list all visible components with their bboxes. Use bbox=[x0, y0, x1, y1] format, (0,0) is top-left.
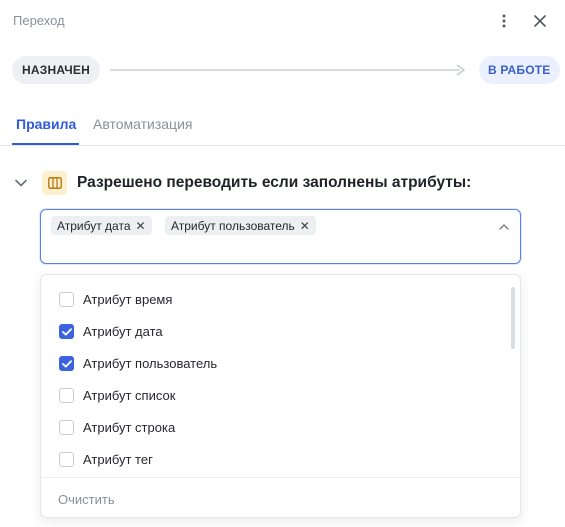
option-item[interactable]: Атрибут список bbox=[41, 379, 507, 411]
dialog-header: Переход bbox=[0, 0, 565, 40]
attribute-icon-badge bbox=[42, 171, 67, 195]
option-item[interactable]: Атрибут дата bbox=[41, 315, 507, 347]
checkbox-checked[interactable] bbox=[59, 324, 74, 339]
clear-button[interactable]: Очистить bbox=[58, 492, 115, 507]
rule-row: Разрешено переводить если заполнены атри… bbox=[0, 170, 565, 196]
attributes-dropdown: Атрибут время Атрибут дата Атрибут пользов… bbox=[40, 274, 521, 518]
arrow-right-icon bbox=[456, 64, 465, 76]
option-label: Атрибут строка bbox=[83, 420, 176, 435]
transition-line bbox=[110, 69, 460, 71]
scrollbar-thumb[interactable] bbox=[511, 287, 515, 349]
option-item[interactable]: Атрибут время bbox=[41, 283, 507, 315]
tab-rules[interactable]: Правила bbox=[16, 116, 76, 132]
option-label: Атрибут тег bbox=[83, 452, 153, 467]
option-label: Атрибут дата bbox=[83, 324, 163, 339]
close-icon[interactable] bbox=[530, 11, 550, 31]
checkbox-unchecked[interactable] bbox=[59, 420, 74, 435]
checkbox-unchecked[interactable] bbox=[59, 388, 74, 403]
transition-flow: НАЗНАЧЕН В РАБОТЕ bbox=[0, 56, 565, 84]
columns-icon bbox=[47, 177, 62, 189]
dropdown-footer: Очистить bbox=[41, 477, 520, 517]
chevron-down-icon[interactable] bbox=[12, 174, 30, 192]
chevron-up-icon[interactable] bbox=[497, 220, 511, 234]
selected-chip: Атрибут дата ✕ bbox=[51, 216, 152, 235]
option-label: Атрибут список bbox=[83, 388, 176, 403]
option-item[interactable]: Атрибут пользователь bbox=[41, 347, 507, 379]
chip-label: Атрибут пользователь bbox=[171, 218, 295, 233]
status-from-badge: НАЗНАЧЕН bbox=[12, 56, 100, 84]
tab-automation[interactable]: Автоматизация bbox=[93, 116, 192, 132]
selected-chip: Атрибут пользователь ✕ bbox=[165, 216, 316, 235]
check-icon bbox=[61, 327, 72, 335]
option-label: Атрибут время bbox=[83, 292, 173, 307]
checkbox-unchecked[interactable] bbox=[59, 452, 74, 467]
option-item[interactable]: Атрибут тег bbox=[41, 443, 507, 475]
option-label: Атрибут пользователь bbox=[83, 356, 218, 371]
more-options-icon[interactable] bbox=[494, 11, 514, 31]
active-tab-indicator bbox=[12, 143, 79, 145]
attributes-select[interactable]: Атрибут дата ✕ Атрибут пользователь ✕ bbox=[40, 209, 521, 264]
check-icon bbox=[61, 359, 72, 367]
tab-bar: Правила Автоматизация bbox=[0, 108, 565, 146]
remove-chip-icon[interactable]: ✕ bbox=[300, 220, 310, 232]
remove-chip-icon[interactable]: ✕ bbox=[136, 220, 146, 232]
option-item[interactable]: Атрибут строка bbox=[41, 411, 507, 443]
checkbox-checked[interactable] bbox=[59, 356, 74, 371]
chip-label: Атрибут дата bbox=[57, 218, 131, 233]
rule-text: Разрешено переводить если заполнены атри… bbox=[77, 174, 472, 191]
dialog-title: Переход bbox=[13, 13, 65, 28]
status-to-badge: В РАБОТЕ bbox=[479, 56, 560, 84]
checkbox-unchecked[interactable] bbox=[59, 292, 74, 307]
